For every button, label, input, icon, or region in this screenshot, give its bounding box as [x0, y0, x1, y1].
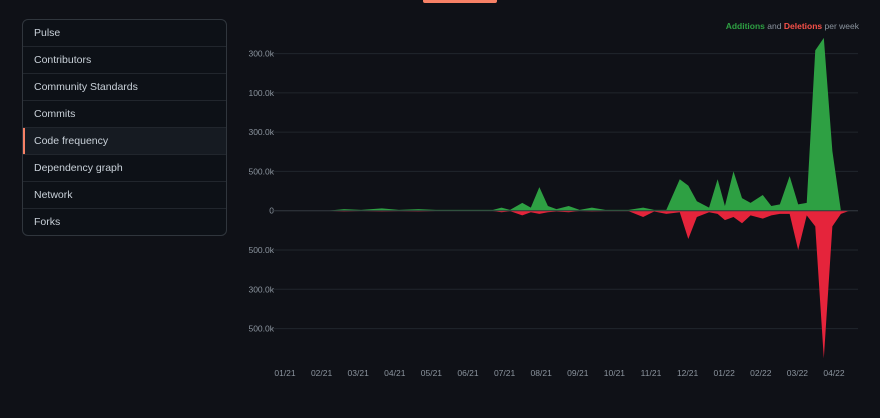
y-tick-label: 100.0k: [248, 88, 274, 98]
x-tick-label: 03/21: [348, 368, 370, 378]
x-tick-label: 01/22: [714, 368, 736, 378]
y-tick-label: 500.0k: [248, 245, 274, 255]
x-tick-label: 10/21: [604, 368, 626, 378]
code-frequency-chart: 300.0k100.0k300.0k500.0k0500.0k300.0k500…: [248, 37, 858, 378]
x-tick-label: 02/21: [311, 368, 333, 378]
x-tick-label: 03/22: [787, 368, 809, 378]
x-tick-label: 01/21: [274, 368, 296, 378]
y-tick-label: 500.0k: [248, 324, 274, 334]
additions-area: [272, 37, 858, 211]
y-tick-label: 300.0k: [248, 284, 274, 294]
y-tick-label: 500.0k: [248, 166, 274, 176]
y-tick-label: 300.0k: [248, 49, 274, 59]
underline-nav-accent: [423, 0, 497, 3]
x-tick-label: 05/21: [421, 368, 443, 378]
x-tick-label: 07/21: [494, 368, 516, 378]
sidebar-item-forks[interactable]: Forks: [23, 208, 226, 235]
x-tick-label: 09/21: [567, 368, 589, 378]
x-tick-label: 08/21: [531, 368, 553, 378]
x-tick-label: 06/21: [457, 368, 479, 378]
sidebar-item-commits[interactable]: Commits: [23, 100, 226, 127]
x-tick-label: 04/22: [823, 368, 845, 378]
sidebar-item-contributors[interactable]: Contributors: [23, 46, 226, 73]
sidebar-item-network[interactable]: Network: [23, 181, 226, 208]
insights-sidebar-menu: Pulse Contributors Community Standards C…: [22, 19, 227, 236]
sidebar-item-dependency-graph[interactable]: Dependency graph: [23, 154, 226, 181]
sidebar-item-community-standards[interactable]: Community Standards: [23, 73, 226, 100]
y-tick-label: 300.0k: [248, 127, 274, 137]
x-tick-label: 02/22: [750, 368, 772, 378]
deletions-area: [272, 210, 858, 359]
x-tick-label: 12/21: [677, 368, 699, 378]
x-tick-label: 11/21: [641, 368, 662, 378]
sidebar-item-code-frequency[interactable]: Code frequency: [23, 127, 226, 154]
x-tick-label: 04/21: [384, 368, 406, 378]
sidebar-item-pulse[interactable]: Pulse: [23, 20, 226, 46]
